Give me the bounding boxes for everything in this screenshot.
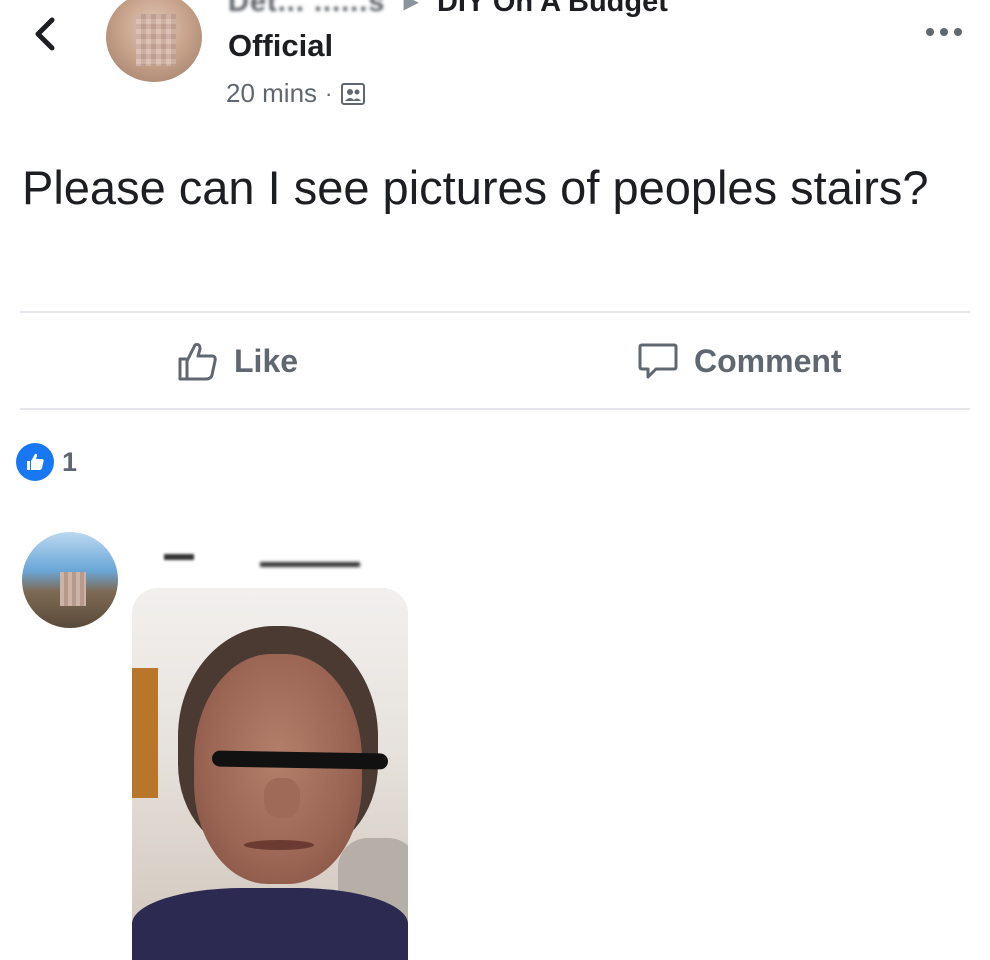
- redaction-mark: [260, 562, 360, 567]
- group-privacy-icon: [341, 82, 366, 105]
- commenter-avatar[interactable]: [22, 532, 118, 628]
- comment-photo[interactable]: [132, 588, 408, 960]
- breadcrumb: Det... ......s ▶ DIY On A Budget: [228, 0, 668, 19]
- censor-pixelation: [136, 14, 176, 66]
- breadcrumb-arrow-icon: ▶: [403, 0, 419, 13]
- photo-wall-picture: [132, 668, 158, 798]
- author-name-suffix[interactable]: Official: [228, 28, 333, 64]
- divider-bottom: [20, 408, 970, 410]
- photo-mouth: [244, 840, 314, 850]
- comment-button[interactable]: Comment: [636, 339, 842, 383]
- redaction-mark: [164, 554, 194, 560]
- meta-separator: ·: [325, 80, 333, 106]
- like-reaction-icon: [16, 443, 54, 481]
- photo-nose: [264, 778, 300, 818]
- censor-pixelation: [60, 572, 86, 606]
- photo-shirt: [132, 888, 408, 960]
- back-button[interactable]: [28, 14, 64, 54]
- author-avatar[interactable]: [106, 0, 202, 82]
- more-options-icon[interactable]: [922, 20, 966, 44]
- eye-censor-bar: [211, 750, 389, 770]
- post-time[interactable]: 20 mins: [226, 78, 317, 109]
- comment-bubble-icon: [638, 343, 678, 379]
- post-meta: 20 mins ·: [226, 78, 366, 109]
- thumbs-up-icon: [178, 343, 217, 381]
- breadcrumb-author-name[interactable]: Det... ......s: [228, 0, 385, 18]
- breadcrumb-group-name[interactable]: DIY On A Budget: [437, 0, 668, 18]
- like-label: Like: [234, 342, 299, 379]
- reaction-summary[interactable]: 1: [16, 443, 77, 481]
- divider-top: [20, 311, 970, 313]
- like-button[interactable]: Like: [176, 339, 298, 383]
- chevron-left-icon: [35, 17, 55, 51]
- post-text: Please can I see pictures of peoples sta…: [22, 161, 929, 214]
- reaction-count: 1: [62, 446, 78, 477]
- comment-label: Comment: [694, 342, 842, 379]
- commenter-name-redacted[interactable]: [160, 544, 390, 574]
